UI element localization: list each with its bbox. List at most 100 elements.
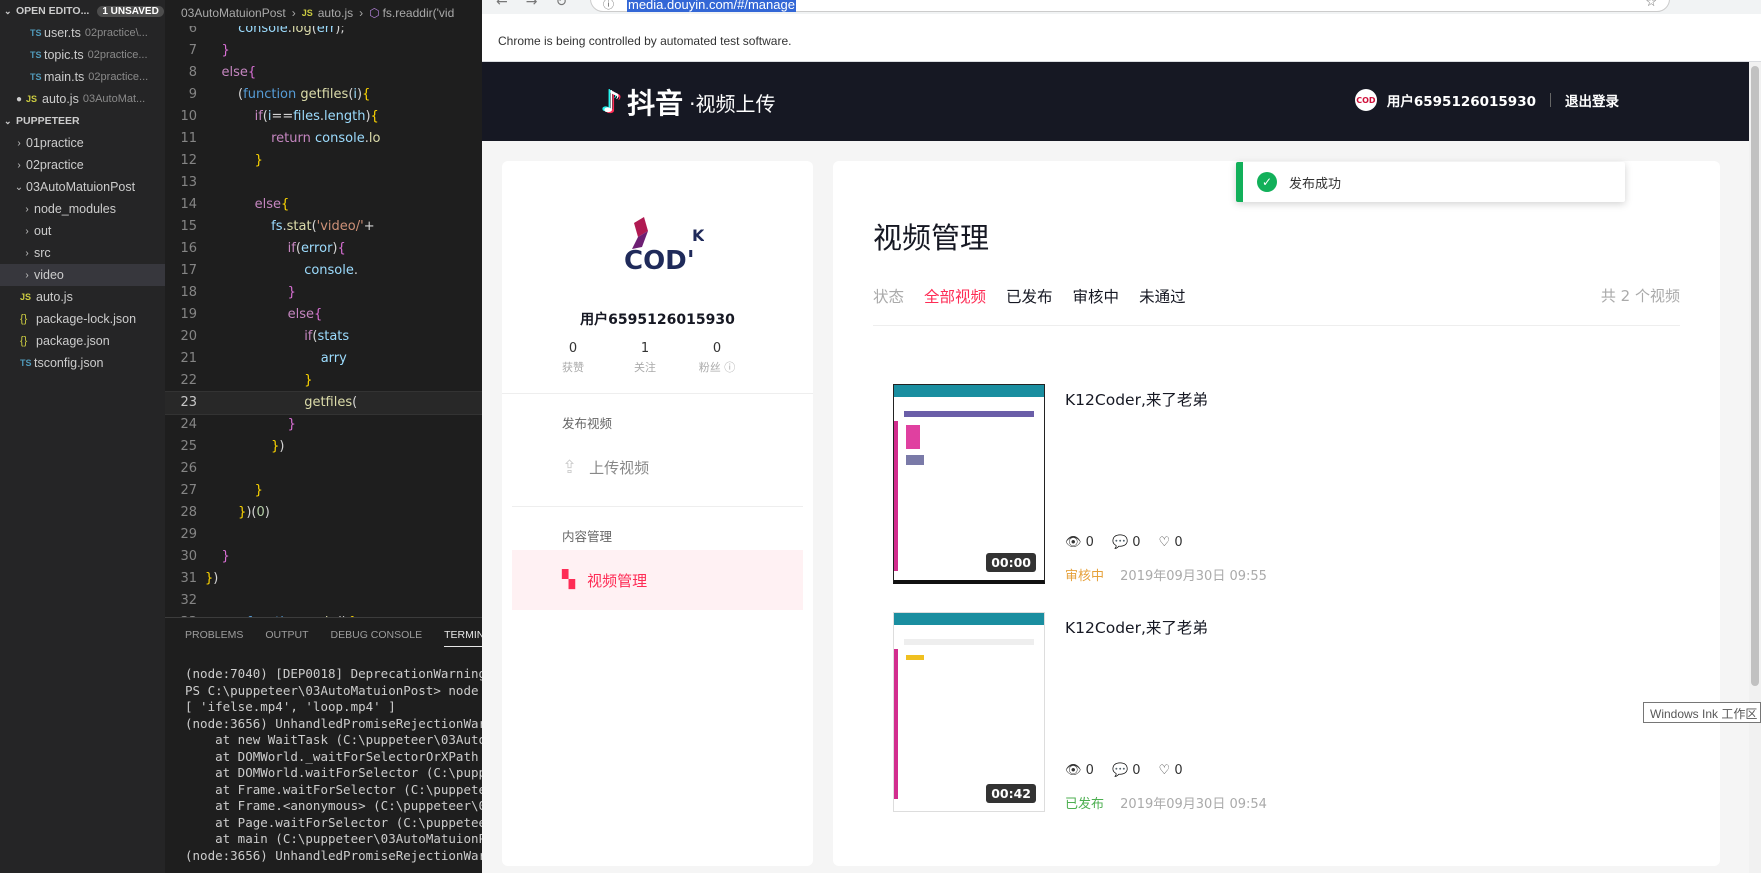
video-meta: 已发布 2019年09月30日 09:54: [1065, 793, 1267, 812]
tab-output[interactable]: OUTPUT: [265, 629, 308, 641]
tree-label: tsconfig.json: [34, 356, 104, 370]
url-text[interactable]: media.douyin.com/#/manage: [627, 0, 796, 12]
stat-value: 0: [712, 341, 722, 356]
open-editor-path: 02practice...: [88, 71, 149, 83]
breadcrumb-folder[interactable]: 03AutoMatuionPost: [181, 6, 286, 20]
windows-ink-tooltip: Windows Ink 工作区: [1643, 702, 1761, 723]
explorer-header[interactable]: ⌄ PUPPETEER: [0, 110, 165, 132]
tree-label: node_modules: [34, 202, 117, 216]
forward-icon[interactable]: →: [526, 0, 556, 10]
logout-button[interactable]: 退出登录: [1565, 90, 1619, 110]
video-stats: 👁 0 💬 0 ♡ 0: [1065, 763, 1183, 778]
tab-debug-console[interactable]: DEBUG CONSOLE: [331, 629, 423, 641]
automation-infobar: Chrome is being controlled by automated …: [482, 14, 1761, 62]
avatar[interactable]: COD: [1354, 89, 1377, 111]
tree-folder[interactable]: › node_modules: [0, 198, 165, 220]
open-editors-header[interactable]: ⌄ OPEN EDITO... 1 UNSAVED: [0, 0, 165, 22]
javascript-icon: JS: [20, 292, 32, 302]
tree-label: 02practice: [26, 158, 84, 172]
nav-buttons[interactable]: ←→↻: [496, 0, 585, 10]
code-editor[interactable]: 6 console.log(err); 7 } 8 else{ 9 (funct…: [165, 0, 482, 617]
tree-folder[interactable]: › 02practice: [0, 154, 165, 176]
open-editor-item[interactable]: TS topic.ts 02practice...: [0, 44, 165, 66]
open-editor-item[interactable]: TS main.ts 02practice...: [0, 66, 165, 88]
video-duration: 00:00: [986, 553, 1036, 572]
menu-section-publish: 发布视频: [562, 416, 613, 431]
page-scrollbar[interactable]: [1749, 62, 1761, 873]
terminal-line: (node:7040) [DEP0018] DeprecationWarning…: [185, 666, 482, 681]
header-username[interactable]: 用户6595126015930: [1387, 90, 1536, 110]
toast-message: 发布成功: [1289, 176, 1342, 192]
open-editor-item[interactable]: TS user.ts 02practice\...: [0, 22, 165, 44]
video-item[interactable]: 00:00 K12Coder,来了老弟 👁 0 💬 0 ♡ 0 审核中 2019…: [893, 384, 1643, 584]
eye-icon: 👁: [1065, 763, 1082, 778]
json-icon: {}: [20, 313, 28, 325]
breadcrumb-file[interactable]: auto.js: [318, 6, 353, 20]
tree-file[interactable]: JS auto.js: [0, 286, 165, 308]
tree-folder[interactable]: › src: [0, 242, 165, 264]
filter-rejected[interactable]: 未通过: [1139, 285, 1186, 307]
stat-value: 1: [640, 341, 650, 356]
menu-video-manage[interactable]: ▚ 视频管理: [512, 550, 803, 610]
open-editor-item[interactable]: ● JS auto.js 03AutoMat...: [0, 88, 165, 110]
filter-all[interactable]: 全部视频: [924, 285, 986, 307]
back-icon[interactable]: ←: [496, 0, 526, 10]
terminal-line: at Frame.waitForSelector (C:\puppeteer: [185, 781, 482, 797]
filter-reviewing[interactable]: 审核中: [1073, 285, 1120, 307]
tree-folder[interactable]: › out: [0, 220, 165, 242]
video-item[interactable]: 00:42 K12Coder,来了老弟 👁 0 💬 0 ♡ 0 已发布 2019…: [893, 612, 1643, 812]
tree-folder[interactable]: › video: [0, 264, 165, 286]
tree-file[interactable]: {} package.json: [0, 330, 165, 352]
video-date: 2019年09月30日 09:54: [1120, 797, 1267, 812]
info-icon[interactable]: ⓘ: [603, 0, 614, 12]
line-number: 25: [180, 439, 197, 454]
comment-count: 💬 0: [1112, 763, 1141, 778]
line-number: 23: [180, 395, 197, 410]
code-lines: 6 console.log(err); 7 } 8 else{ 9 (funct…: [165, 18, 482, 617]
line-number: 16: [180, 241, 197, 256]
stat-fans: 0 粉丝 ⓘ: [682, 341, 752, 375]
panel-tabs: PROBLEMS OUTPUT DEBUG CONSOLE TERMINAL: [165, 618, 482, 652]
chevron-right-icon: ›: [25, 247, 29, 259]
video-thumbnail[interactable]: 00:42: [893, 612, 1045, 812]
filter-published[interactable]: 已发布: [1006, 285, 1053, 307]
tree-folder[interactable]: ⌄ 03AutoMatuionPost: [0, 176, 165, 198]
menu-upload-video[interactable]: ⇪ 上传视频: [502, 437, 813, 497]
chrome-toolbar: ←→↻ ⓘ media.douyin.com/#/manage ☆: [482, 0, 1761, 14]
line-number: 14: [180, 197, 197, 212]
breadcrumb-symbol[interactable]: fs.readdir('vid: [383, 6, 455, 20]
terminal-output[interactable]: (node:7040) [DEP0018] DeprecationWarning…: [165, 652, 482, 864]
video-management-panel: 视频管理 状态 全部视频 已发布 审核中 未通过 共 2 个视频 00:00 K…: [833, 161, 1720, 866]
profile-sidebar: COD' K 用户6595126015930 0 获赞 1 关注 0 粉丝 ⓘ 发布视…: [502, 161, 813, 866]
tree-label: 01practice: [26, 136, 84, 150]
line-number: 15: [180, 219, 197, 234]
address-bar[interactable]: ⓘ media.douyin.com/#/manage ☆: [590, 0, 1670, 12]
divider: [1550, 93, 1551, 107]
line-number: 21: [180, 351, 197, 366]
json-icon: {}: [20, 335, 28, 347]
video-thumbnail[interactable]: 00:00: [893, 384, 1045, 584]
tree-file[interactable]: TS tsconfig.json: [0, 352, 165, 374]
logo-subtitle: ·视频上传: [689, 91, 776, 116]
video-title[interactable]: K12Coder,来了老弟: [1065, 616, 1208, 638]
tree-label: src: [34, 246, 51, 260]
tab-problems[interactable]: PROBLEMS: [185, 629, 243, 641]
tab-terminal[interactable]: TERMINAL: [444, 629, 482, 647]
comments-value: 0: [1132, 535, 1141, 550]
tree-file[interactable]: {} package-lock.json: [0, 308, 165, 330]
douyin-logo[interactable]: ♪ 抖音 ·视频上传: [602, 82, 776, 122]
open-editor-name: topic.ts: [44, 48, 84, 62]
tree-folder[interactable]: › 01practice: [0, 132, 165, 154]
scrollbar-thumb[interactable]: [1751, 66, 1759, 686]
tsconfig-icon: TS: [20, 358, 32, 368]
line-number: 26: [180, 461, 197, 476]
star-icon[interactable]: ☆: [1645, 0, 1657, 10]
stat-label: 关注: [634, 361, 656, 374]
tree-label: video: [34, 268, 64, 282]
video-title[interactable]: K12Coder,来了老弟: [1065, 388, 1208, 410]
line-number: 20: [180, 329, 197, 344]
reload-icon[interactable]: ↻: [555, 0, 585, 10]
video-count: 共 2 个视频: [1600, 287, 1680, 305]
comment-icon: 💬: [1111, 535, 1129, 550]
video-date: 2019年09月30日 09:55: [1120, 569, 1267, 584]
